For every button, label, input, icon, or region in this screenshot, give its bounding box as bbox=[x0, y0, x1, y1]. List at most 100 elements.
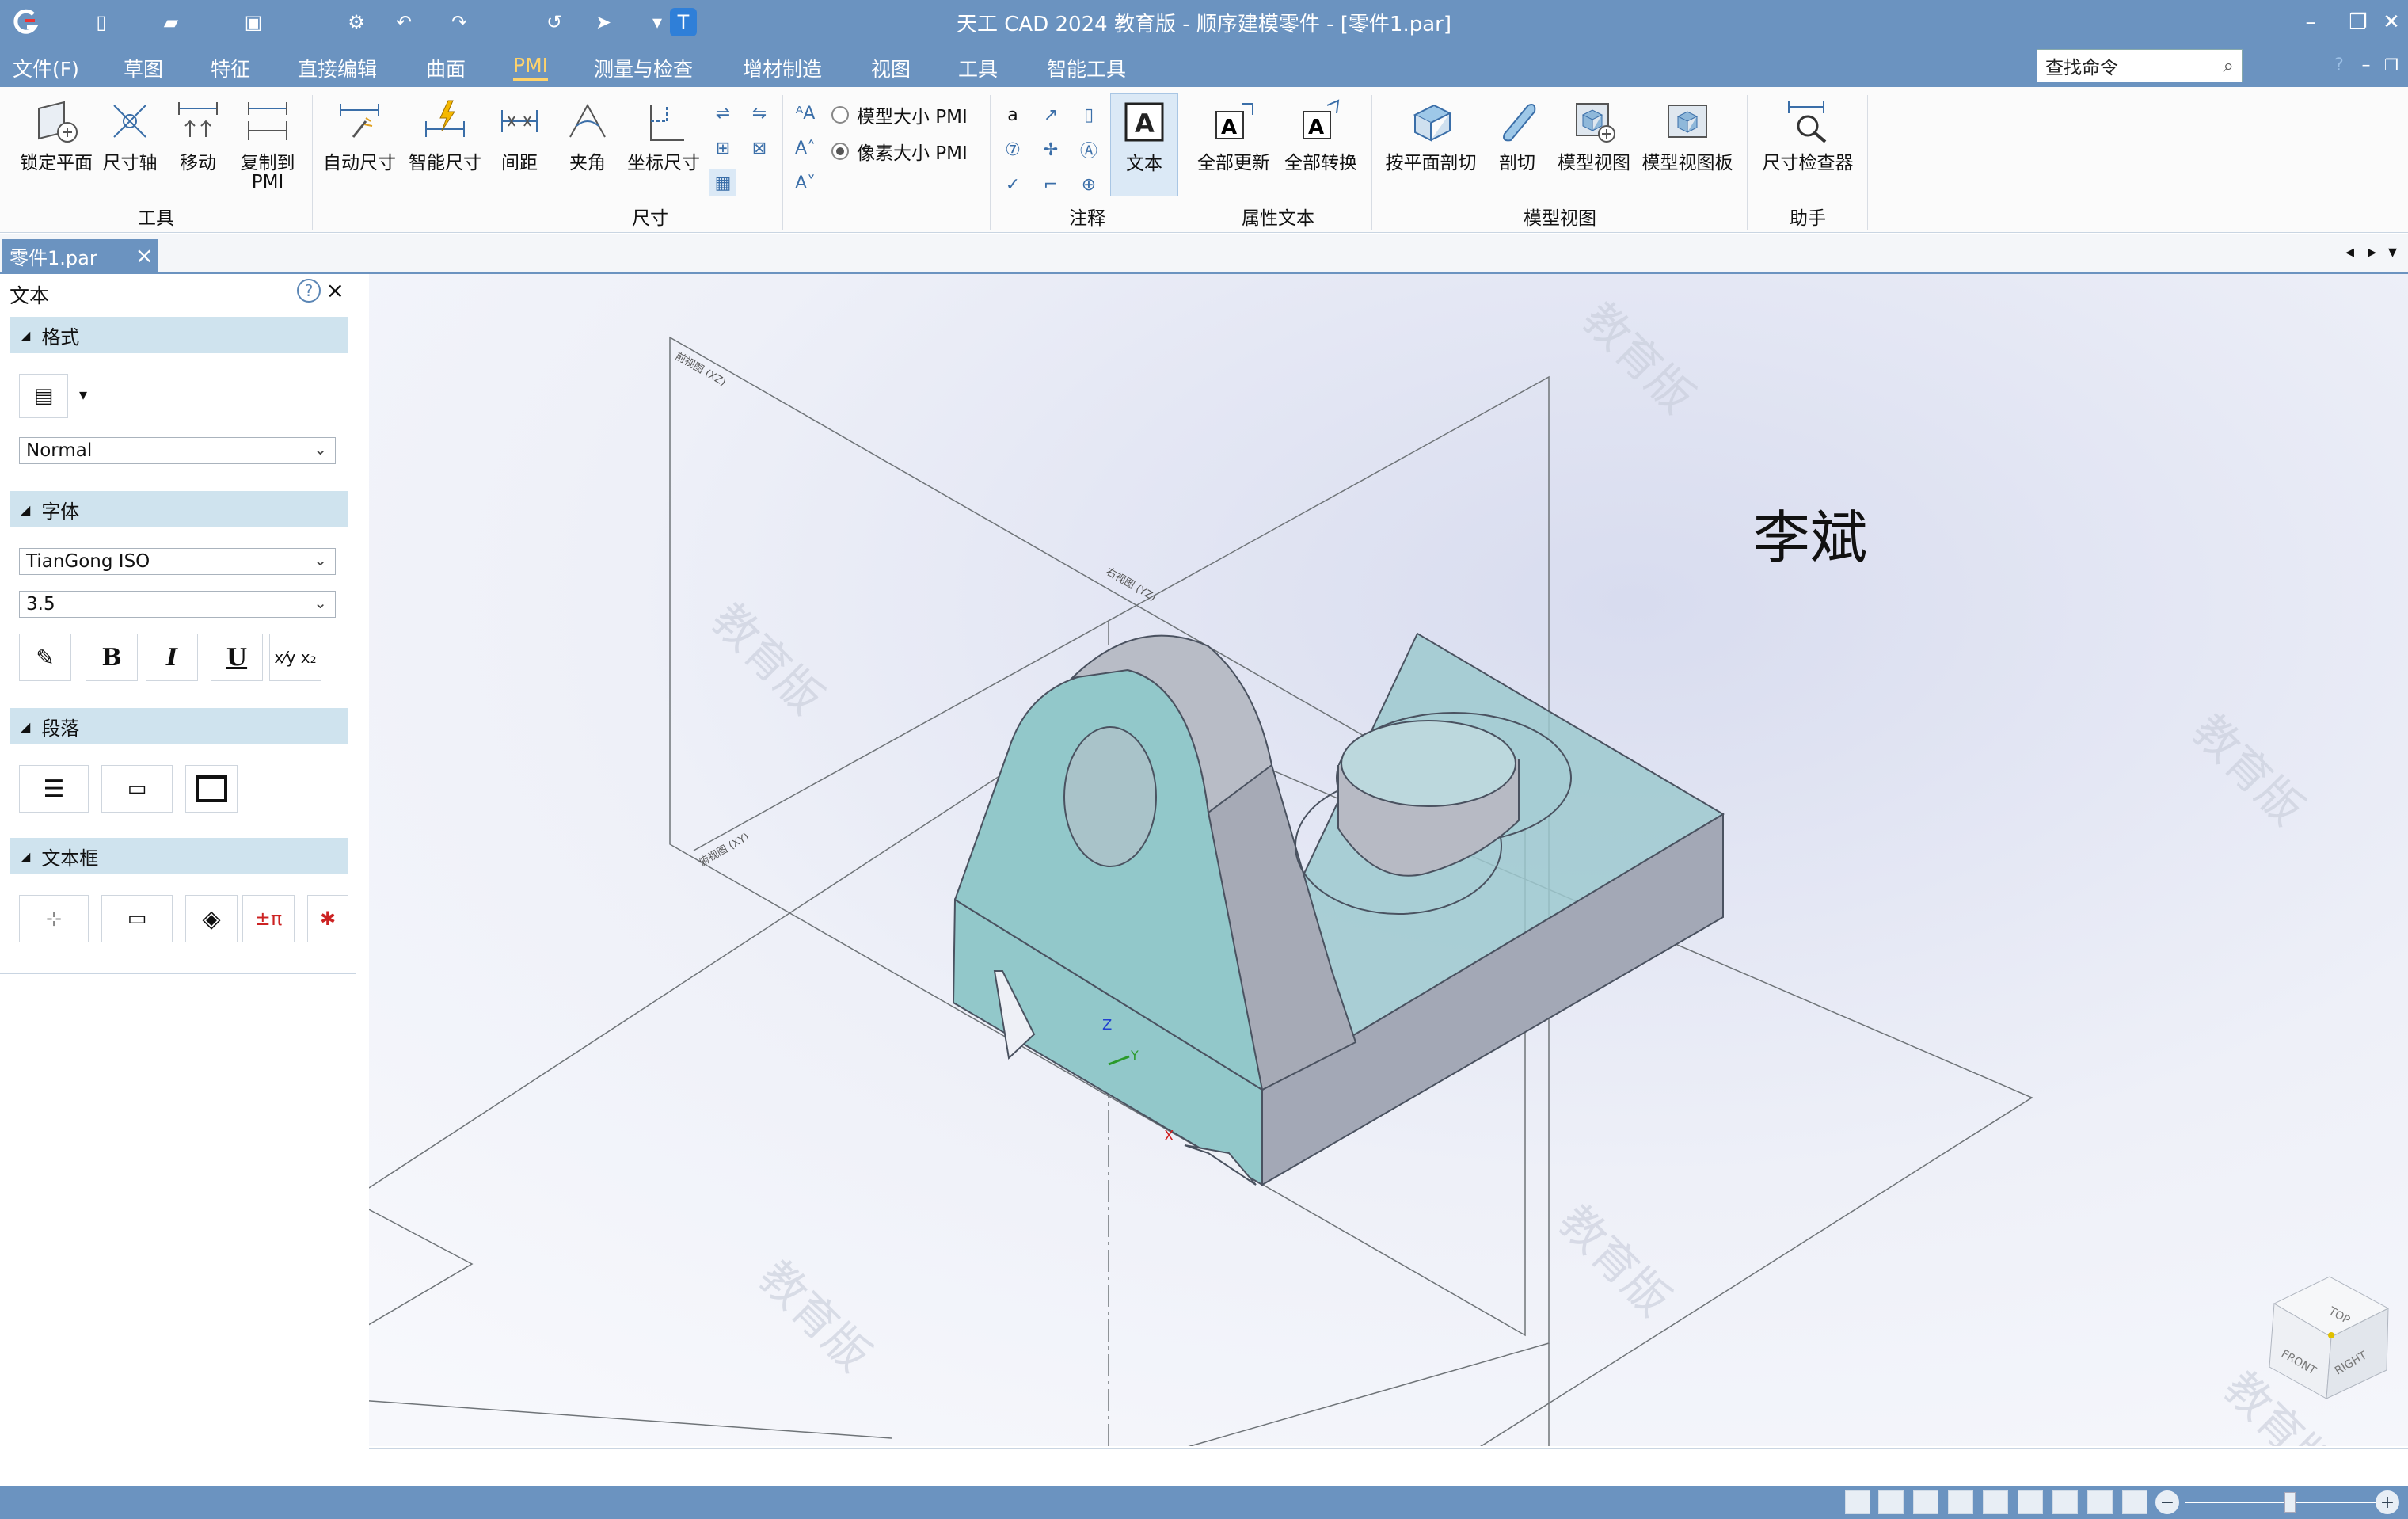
menu-sketch[interactable]: 草图 bbox=[124, 54, 163, 82]
zoom-icon[interactable] bbox=[1878, 1490, 1904, 1514]
zoom-in-icon[interactable]: + bbox=[2376, 1490, 2399, 1514]
search-icon[interactable]: ⌕ bbox=[2224, 55, 2234, 77]
menu-tools[interactable]: 工具 bbox=[958, 54, 998, 82]
text-button[interactable]: A 文本 bbox=[1110, 93, 1178, 196]
pan-icon[interactable] bbox=[1983, 1490, 2008, 1514]
model-size-pmi-radio[interactable]: 模型大小 PMI bbox=[831, 101, 968, 128]
menu-view[interactable]: 视图 bbox=[871, 54, 911, 82]
annot-small-icon-4[interactable]: ⑦ bbox=[999, 136, 1026, 163]
radio-dot[interactable] bbox=[831, 143, 849, 160]
section-paragraph[interactable]: ◢ 段落 bbox=[10, 708, 348, 744]
zoom-out-icon[interactable]: − bbox=[2155, 1490, 2179, 1514]
pixel-size-pmi-radio[interactable]: 像素大小 PMI bbox=[831, 138, 968, 165]
menu-additive[interactable]: 增材制造 bbox=[743, 54, 822, 82]
style-dropdown[interactable]: Normal ⌄ bbox=[19, 437, 336, 464]
annot-small-icon-5[interactable]: ✢ bbox=[1037, 136, 1064, 163]
annot-small-icon-9[interactable]: ⊕ bbox=[1075, 171, 1102, 198]
symbol-button[interactable]: ±π bbox=[242, 895, 295, 942]
dim-small-icon-5[interactable]: ▦ bbox=[709, 169, 736, 196]
annot-small-icon-2[interactable]: ↗ bbox=[1037, 101, 1064, 128]
copy-to-pmi-button[interactable]: 复制到 PMI bbox=[233, 93, 302, 192]
ear-hole[interactable] bbox=[1063, 726, 1157, 867]
menu-pmi[interactable]: PMI bbox=[513, 54, 549, 81]
tab-scroll-left-icon[interactable]: ◂ bbox=[2345, 242, 2354, 262]
lock-plane-button[interactable]: 锁定平面 bbox=[13, 93, 100, 173]
spacing-button[interactable]: 间距 bbox=[491, 93, 548, 173]
special-button[interactable]: ✱ bbox=[307, 895, 348, 942]
model-view-button[interactable]: 模型视图 bbox=[1554, 93, 1634, 173]
auto-dimension-button[interactable]: 自动尺寸 bbox=[320, 93, 399, 173]
fill-button[interactable]: ◈ bbox=[185, 895, 238, 942]
zoom-slider-thumb[interactable] bbox=[2284, 1492, 2296, 1513]
update-all-button[interactable]: A 全部更新 bbox=[1193, 93, 1275, 173]
graphics-viewport[interactable]: Z Y X 前视图 (XZ) 俯视图 (XY) 右视图 (YZ) 教育版 教育版… bbox=[369, 274, 2408, 1446]
counterbore-top[interactable] bbox=[1341, 720, 1516, 807]
annot-small-icon-3[interactable]: ▯ bbox=[1075, 101, 1102, 128]
fit-view-icon[interactable] bbox=[1948, 1490, 1973, 1514]
tab-scroll-right-icon[interactable]: ▸ bbox=[2368, 242, 2376, 262]
text-scale-icon-2[interactable]: A˄ bbox=[792, 135, 819, 162]
minimize-icon[interactable]: – bbox=[2287, 6, 2334, 38]
font-size-dropdown[interactable]: 3.5 ⌄ bbox=[19, 591, 336, 618]
zoom-magnify-icon[interactable] bbox=[1913, 1490, 1938, 1514]
view-orient-icon[interactable] bbox=[2087, 1490, 2113, 1514]
dimension-checker-button[interactable]: 尺寸检查器 bbox=[1756, 93, 1859, 173]
dim-small-icon-2[interactable]: ⇋ bbox=[746, 100, 773, 127]
close-icon[interactable]: ✕ bbox=[2368, 6, 2408, 38]
display-style-icon[interactable] bbox=[2122, 1490, 2147, 1514]
viewport-canvas[interactable]: Z Y X 前视图 (XZ) 俯视图 (XY) 右视图 (YZ) 教育版 教育版… bbox=[369, 274, 2408, 1446]
menu-file[interactable]: 文件(F) bbox=[13, 54, 79, 82]
dim-small-icon-4[interactable]: ⊠ bbox=[746, 135, 773, 162]
section-by-plane-button[interactable]: 按平面剖切 bbox=[1379, 93, 1482, 173]
section-button[interactable]: 剖切 bbox=[1489, 93, 1546, 173]
menu-feature[interactable]: 特征 bbox=[211, 54, 250, 82]
ribbon-restore-icon[interactable]: ❐ bbox=[2368, 49, 2408, 81]
rotate-icon[interactable] bbox=[2018, 1490, 2043, 1514]
smart-dimension-button[interactable]: 智能尺寸 bbox=[405, 93, 485, 173]
menu-surface[interactable]: 曲面 bbox=[426, 54, 466, 82]
bold-button[interactable]: B bbox=[86, 634, 138, 681]
annot-small-icon-6[interactable]: Ⓐ bbox=[1075, 136, 1102, 163]
zoom-area-icon[interactable] bbox=[1845, 1490, 1870, 1514]
dim-small-icon-1[interactable]: ⇌ bbox=[709, 100, 736, 127]
textbox-frame-button[interactable]: ▭ bbox=[101, 895, 173, 942]
panel-close-icon[interactable]: × bbox=[326, 277, 344, 303]
italic-button[interactable]: I bbox=[146, 634, 198, 681]
border-button[interactable] bbox=[185, 765, 238, 813]
coordinate-dimension-button[interactable]: 坐标尺寸 bbox=[622, 93, 705, 173]
section-format[interactable]: ◢ 格式 bbox=[10, 317, 348, 353]
move-button[interactable]: 移动 bbox=[168, 93, 228, 173]
section-textbox[interactable]: ◢ 文本框 bbox=[10, 838, 348, 874]
annot-small-icon-8[interactable]: ⌐ bbox=[1037, 171, 1064, 198]
text-style-dropdown-icon[interactable]: ▾ bbox=[79, 385, 87, 404]
model-view-board-button[interactable]: 模型视图板 bbox=[1639, 93, 1736, 173]
document-tab[interactable]: 零件1.par × bbox=[2, 239, 158, 272]
text-scale-icon-3[interactable]: A˅ bbox=[792, 169, 819, 196]
close-tab-icon[interactable]: × bbox=[135, 242, 154, 268]
panel-help-icon[interactable]: ? bbox=[297, 279, 321, 303]
menu-direct-edit[interactable]: 直接编辑 bbox=[298, 54, 377, 82]
radio-dot[interactable] bbox=[831, 106, 849, 124]
tab-list-icon[interactable]: ▾ bbox=[2388, 242, 2397, 262]
angle-button[interactable]: 夹角 bbox=[559, 93, 616, 173]
font-dropdown[interactable]: TianGong ISO ⌄ bbox=[19, 548, 336, 575]
fraction-button[interactable]: x⁄y x₂ bbox=[269, 634, 321, 681]
section-font[interactable]: ◢ 字体 bbox=[10, 491, 348, 527]
bullet-list-button[interactable]: ☰ bbox=[19, 765, 89, 813]
font-color-button[interactable]: ✎ bbox=[19, 634, 71, 681]
paragraph-format-button[interactable]: ▭ bbox=[101, 765, 173, 813]
menu-smart-tools[interactable]: 智能工具 bbox=[1047, 54, 1126, 82]
dim-small-icon-3[interactable]: ⊞ bbox=[709, 135, 736, 162]
search-input[interactable]: 查找命令 ⌕ bbox=[2037, 49, 2243, 82]
pmi-text-annotation[interactable]: 李斌 bbox=[1753, 504, 1867, 571]
textbox-move-button[interactable]: ⊹ bbox=[19, 895, 89, 942]
text-scale-icon-1[interactable]: ᴬA bbox=[792, 100, 819, 127]
convert-all-button[interactable]: A 全部转换 bbox=[1280, 93, 1362, 173]
menu-measure[interactable]: 测量与检查 bbox=[594, 54, 693, 82]
annot-small-icon-7[interactable]: ✓ bbox=[999, 171, 1026, 198]
spin-icon[interactable] bbox=[2052, 1490, 2078, 1514]
annot-small-icon-1[interactable]: a bbox=[999, 101, 1026, 128]
underline-button[interactable]: U bbox=[211, 634, 263, 681]
command-line[interactable] bbox=[369, 1448, 2408, 1486]
dimension-axis-button[interactable]: 尺寸轴 bbox=[98, 93, 162, 173]
